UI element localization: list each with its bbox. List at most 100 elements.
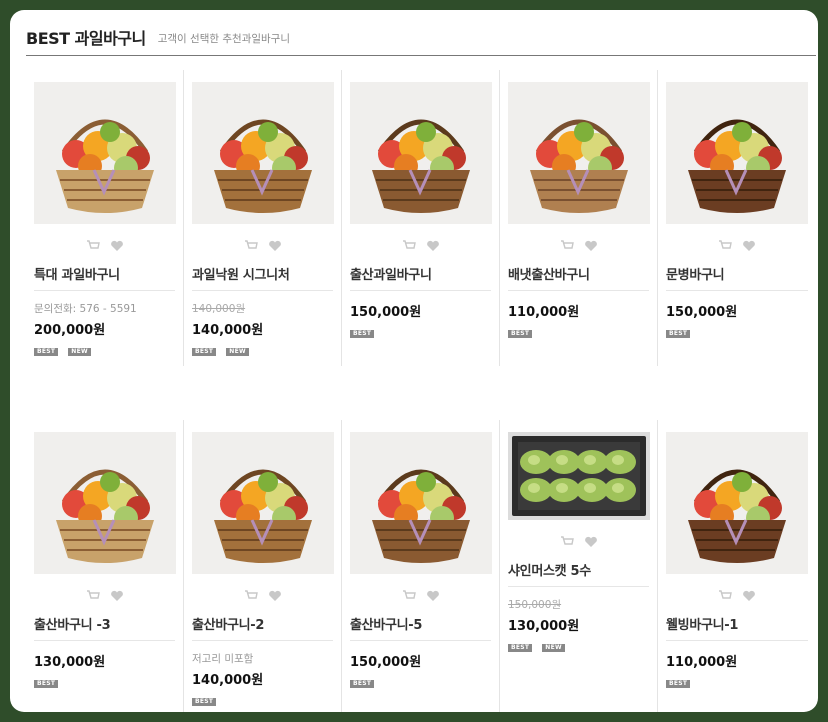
new-badge: NEW (226, 348, 249, 356)
best-badge: BEST (192, 348, 217, 356)
product-badges: BEST NEW (508, 644, 649, 652)
new-badge: NEW (68, 348, 91, 356)
product-price: 150,000원 (350, 655, 422, 670)
best-badge: BEST (350, 330, 375, 338)
product-price: 110,000원 (666, 655, 738, 670)
product-card[interactable]: 출산과일바구니 150,000원 BEST (342, 70, 500, 366)
product-actions (508, 528, 649, 550)
product-price: 110,000원 (508, 305, 580, 320)
heart-icon[interactable] (584, 533, 598, 547)
product-name[interactable]: 과일낙원 시그니처 (192, 264, 333, 291)
original-price: 150,000원 (508, 599, 562, 611)
product-actions (350, 582, 491, 604)
product-price: 150,000원 (666, 305, 738, 320)
product-price: 140,000원 (192, 673, 264, 688)
product-card[interactable]: 문병바구니 150,000원 BEST (658, 70, 816, 366)
product-actions (192, 582, 333, 604)
heart-icon[interactable] (110, 237, 124, 251)
product-image[interactable] (192, 82, 334, 224)
product-image[interactable] (34, 82, 176, 224)
product-actions (34, 582, 175, 604)
best-badge: BEST (508, 644, 533, 652)
product-price: 140,000원 (192, 323, 264, 338)
product-info: 저고리 미포함 (192, 653, 254, 665)
cart-icon[interactable] (560, 533, 574, 545)
product-card[interactable]: 배냇출산바구니 110,000원 BEST (500, 70, 658, 366)
best-badge: BEST (34, 348, 59, 356)
product-name[interactable]: 출산바구니-5 (350, 614, 491, 641)
page-frame: BEST 과일바구니 고객이 선택한 추천과일바구니 특대 과일바구니문의전화:… (10, 10, 818, 712)
product-image[interactable] (666, 432, 808, 574)
heart-icon[interactable] (742, 587, 756, 601)
heart-icon[interactable] (426, 237, 440, 251)
product-image[interactable] (350, 82, 492, 224)
product-name[interactable]: 출산바구니-2 (192, 614, 333, 641)
product-card[interactable]: 과일낙원 시그니처 140,000원 140,000원 BEST NEW (184, 70, 342, 366)
product-name[interactable]: 출산바구니 -3 (34, 614, 175, 641)
cart-icon[interactable] (718, 237, 732, 249)
section-header: BEST 과일바구니 고객이 선택한 추천과일바구니 (26, 18, 816, 56)
best-badge: BEST (508, 330, 533, 338)
product-actions (192, 232, 333, 254)
original-price: 140,000원 (192, 303, 246, 315)
product-name[interactable]: 문병바구니 (666, 264, 808, 291)
product-image[interactable] (508, 432, 650, 520)
heart-icon[interactable] (268, 587, 282, 601)
product-price: 130,000원 (508, 619, 580, 634)
product-price: 200,000원 (34, 323, 106, 338)
cart-icon[interactable] (560, 237, 574, 249)
product-actions (34, 232, 175, 254)
product-badges: BEST (34, 680, 175, 688)
product-badges: BEST NEW (34, 348, 175, 356)
product-name[interactable]: 특대 과일바구니 (34, 264, 175, 291)
best-badge: BEST (350, 680, 375, 688)
product-badges: BEST (350, 330, 491, 338)
product-badges: BEST (666, 330, 808, 338)
product-info: 문의전화: 576 - 5591 (34, 303, 137, 315)
product-card[interactable]: 샤인머스캣 5수 150,000원 130,000원 BEST NEW (500, 420, 658, 712)
product-name[interactable]: 출산과일바구니 (350, 264, 491, 291)
product-card[interactable]: 특대 과일바구니문의전화: 576 - 5591 200,000원 BEST NEW (26, 70, 184, 366)
product-name[interactable]: 웰빙바구니-1 (666, 614, 808, 641)
product-badges: BEST (666, 680, 808, 688)
best-badge: BEST (34, 680, 59, 688)
section-title: BEST 과일바구니 (26, 28, 146, 48)
product-card[interactable]: 출산바구니-5 150,000원 BEST (342, 420, 500, 712)
heart-icon[interactable] (742, 237, 756, 251)
product-card[interactable]: 출산바구니 -3 130,000원 BEST (26, 420, 184, 712)
heart-icon[interactable] (268, 237, 282, 251)
product-image[interactable] (34, 432, 176, 574)
cart-icon[interactable] (402, 587, 416, 599)
product-image[interactable] (666, 82, 808, 224)
product-actions (666, 582, 808, 604)
product-price: 130,000원 (34, 655, 106, 670)
cart-icon[interactable] (244, 587, 258, 599)
product-actions (350, 232, 491, 254)
product-actions (508, 232, 649, 254)
product-card[interactable]: 출산바구니-2 저고리 미포함 140,000원 BEST (184, 420, 342, 712)
cart-icon[interactable] (244, 237, 258, 249)
product-badges: BEST (508, 330, 649, 338)
product-badges: BEST (350, 680, 491, 688)
cart-icon[interactable] (402, 237, 416, 249)
cart-icon[interactable] (86, 587, 100, 599)
best-badge: BEST (666, 330, 691, 338)
best-badge: BEST (192, 698, 217, 706)
product-card[interactable]: 웰빙바구니-1 110,000원 BEST (658, 420, 816, 712)
product-image[interactable] (192, 432, 334, 574)
heart-icon[interactable] (110, 587, 124, 601)
heart-icon[interactable] (584, 237, 598, 251)
product-badges: BEST (192, 698, 333, 706)
product-price: 150,000원 (350, 305, 422, 320)
product-name[interactable]: 샤인머스캣 5수 (508, 560, 649, 587)
product-name[interactable]: 배냇출산바구니 (508, 264, 649, 291)
product-image[interactable] (350, 432, 492, 574)
product-image[interactable] (508, 82, 650, 224)
product-badges: BEST NEW (192, 348, 333, 356)
section-subtitle: 고객이 선택한 추천과일바구니 (157, 32, 290, 45)
best-badge: BEST (666, 680, 691, 688)
heart-icon[interactable] (426, 587, 440, 601)
cart-icon[interactable] (86, 237, 100, 249)
product-actions (666, 232, 808, 254)
cart-icon[interactable] (718, 587, 732, 599)
